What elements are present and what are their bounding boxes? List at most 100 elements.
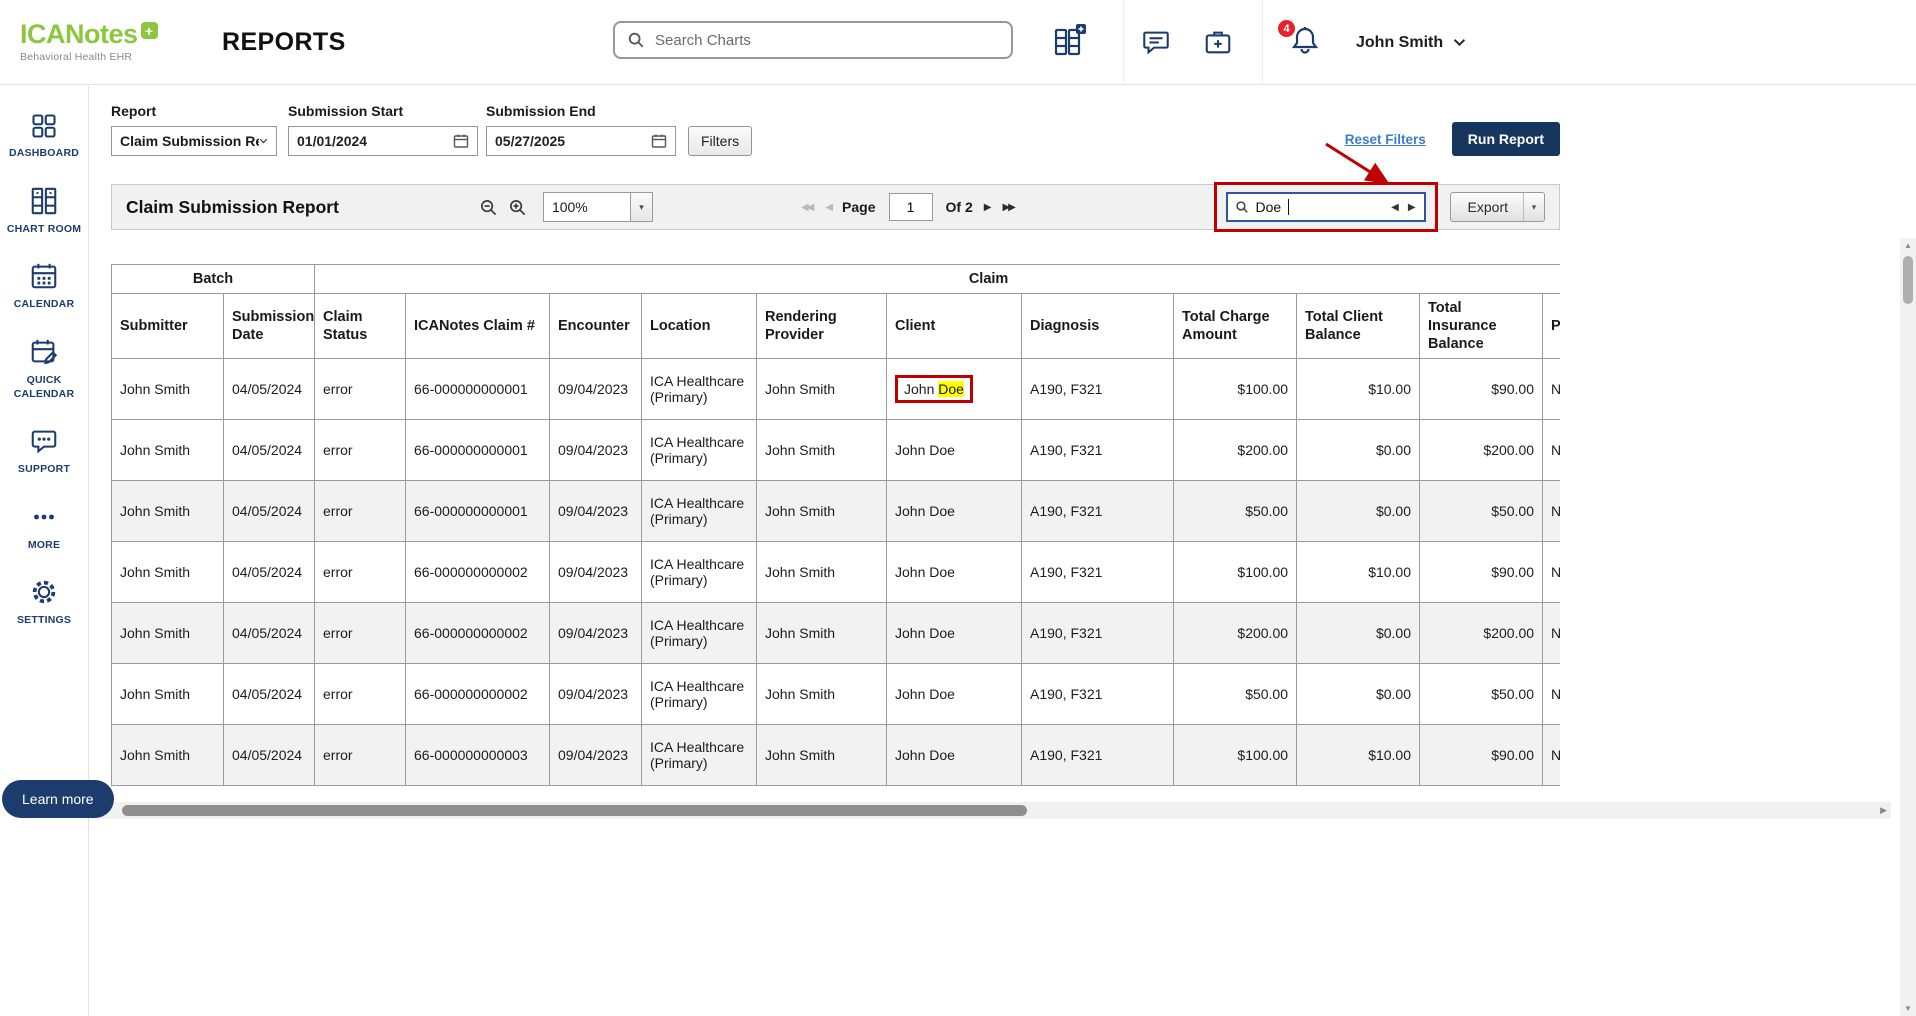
zoom-out-button[interactable] bbox=[479, 198, 498, 217]
cell-total-charge: $100.00 bbox=[1173, 358, 1298, 421]
zoom-in-button[interactable] bbox=[508, 198, 527, 217]
calendar-picker-icon[interactable] bbox=[453, 133, 469, 149]
cell-total-client-balance: $0.00 bbox=[1296, 663, 1421, 726]
horizontal-scroll-track[interactable] bbox=[110, 802, 1876, 819]
cell-client: John Doe bbox=[886, 419, 1023, 482]
sidebar-item-more[interactable]: MORE bbox=[1, 502, 87, 553]
app-logo[interactable]: ICANotes + Behavioral Health EHR bbox=[20, 21, 180, 63]
cell-encounter: 09/04/2023 bbox=[549, 480, 643, 543]
cell-diagnosis: A190, F321 bbox=[1021, 541, 1175, 604]
reset-filters-link[interactable]: Reset Filters bbox=[1345, 132, 1426, 147]
submission-start-field[interactable] bbox=[288, 126, 478, 156]
cell-client: John Doe bbox=[886, 358, 1023, 421]
sidebar-item-dashboard[interactable]: DASHBOARD bbox=[1, 112, 87, 161]
submission-start-input[interactable] bbox=[297, 133, 437, 149]
export-button[interactable]: Export ▾ bbox=[1449, 192, 1545, 222]
cell-submission-date: 04/05/2024 bbox=[222, 480, 316, 543]
cell-submitter: John Smith bbox=[111, 480, 224, 543]
scroll-right-arrow[interactable]: ▶ bbox=[1876, 805, 1891, 816]
sidebar-item-quick-calendar[interactable]: QUICK CALENDAR bbox=[1, 337, 87, 401]
search-prev-match-button[interactable]: ◀ bbox=[1390, 202, 1400, 213]
cell-total-insurance-balance: $50.00 bbox=[1419, 480, 1544, 543]
table-row[interactable]: John Smith 04/05/2024 error 66-000000000… bbox=[111, 541, 1560, 604]
cell-diagnosis: A190, F321 bbox=[1021, 419, 1175, 482]
cell-total-client-balance: $10.00 bbox=[1296, 358, 1421, 421]
zoom-dropdown-arrow[interactable]: ▾ bbox=[629, 193, 652, 221]
vertical-scrollbar[interactable]: ▲ ▼ bbox=[1900, 238, 1916, 1016]
submission-end-input[interactable] bbox=[495, 133, 635, 149]
report-type-value: Claim Submission Report bbox=[120, 133, 259, 149]
export-label: Export bbox=[1467, 199, 1508, 215]
next-page-button[interactable]: ▶ bbox=[982, 202, 992, 213]
group-header-claim: Claim bbox=[314, 264, 1560, 294]
cell-location: ICA Healthcare (Primary) bbox=[641, 724, 758, 787]
cell-claim-status: error bbox=[314, 358, 407, 421]
table-row[interactable]: John Smith 04/05/2024 error 66-000000000… bbox=[111, 602, 1560, 665]
table-row[interactable]: John Smith 04/05/2024 error 66-000000000… bbox=[111, 358, 1560, 421]
filters-button[interactable]: Filters bbox=[688, 126, 753, 156]
sidebar-item-calendar[interactable]: CALENDAR bbox=[1, 261, 87, 312]
submission-end-field[interactable] bbox=[486, 126, 676, 156]
briefcase-plus-icon bbox=[1205, 31, 1231, 54]
scroll-up-arrow[interactable]: ▲ bbox=[1904, 238, 1912, 253]
report-type-select[interactable]: Claim Submission Report bbox=[111, 126, 277, 156]
col-submission-date: Submission Date bbox=[222, 292, 316, 360]
cell-total-client-balance: $10.00 bbox=[1296, 724, 1421, 787]
table-row[interactable]: John Smith 04/05/2024 error 66-000000000… bbox=[111, 724, 1560, 787]
dashboard-icon bbox=[32, 114, 56, 138]
submission-start-label: Submission Start bbox=[288, 103, 404, 119]
table-row[interactable]: John Smith 04/05/2024 error 66-000000000… bbox=[111, 419, 1560, 482]
cell-rendering-provider: John Smith bbox=[756, 541, 888, 604]
table-row[interactable]: John Smith 04/05/2024 error 66-000000000… bbox=[111, 480, 1560, 543]
cell-diagnosis: A190, F321 bbox=[1021, 480, 1175, 543]
page-number-input[interactable] bbox=[888, 193, 933, 221]
cell-partial: N bbox=[1542, 358, 1560, 421]
search-next-match-button[interactable]: ▶ bbox=[1407, 202, 1417, 213]
cell-claim-number: 66-000000000001 bbox=[405, 358, 551, 421]
sidebar-item-chart-room[interactable]: CHART ROOM bbox=[1, 186, 87, 237]
chart-search-box[interactable] bbox=[613, 21, 1013, 59]
user-menu[interactable]: John Smith bbox=[1356, 0, 1466, 85]
col-location: Location bbox=[641, 292, 758, 360]
report-search-box[interactable]: Doe ◀ ▶ bbox=[1225, 192, 1426, 222]
last-page-button[interactable]: ▶▶ bbox=[1000, 202, 1015, 213]
header-divider bbox=[1262, 0, 1263, 84]
cell-encounter: 09/04/2023 bbox=[549, 663, 643, 726]
table-row[interactable]: John Smith 04/05/2024 error 66-000000000… bbox=[111, 663, 1560, 726]
zoom-in-icon bbox=[509, 199, 526, 215]
zoom-level-select[interactable]: 100% ▾ bbox=[542, 192, 653, 222]
sidebar-item-settings[interactable]: SETTINGS bbox=[1, 577, 87, 628]
search-icon bbox=[628, 32, 644, 48]
run-report-button[interactable]: Run Report bbox=[1451, 122, 1560, 156]
scroll-down-arrow[interactable]: ▼ bbox=[1904, 1001, 1912, 1016]
calendar-picker-icon[interactable] bbox=[651, 133, 667, 149]
chart-room-icon bbox=[31, 187, 57, 214]
cell-encounter: 09/04/2023 bbox=[549, 541, 643, 604]
col-submitter: Submitter bbox=[111, 292, 224, 360]
briefcase-add-button[interactable] bbox=[1203, 27, 1233, 60]
chart-search-input[interactable] bbox=[655, 31, 999, 49]
cell-claim-status: error bbox=[314, 602, 407, 665]
page-total-label: Of 2 bbox=[945, 199, 973, 215]
horizontal-scroll-thumb[interactable] bbox=[121, 805, 1027, 816]
more-dots-icon bbox=[34, 514, 54, 520]
messages-button[interactable] bbox=[1141, 27, 1171, 60]
cell-location: ICA Healthcare (Primary) bbox=[641, 663, 758, 726]
table-column-header-row: Submitter Submission Date Claim Status I… bbox=[111, 292, 1560, 360]
prev-page-button[interactable]: ◀ bbox=[823, 202, 833, 213]
first-page-button[interactable]: ◀◀ bbox=[799, 202, 814, 213]
report-filter-group: Report Claim Submission Report bbox=[111, 103, 277, 156]
sidebar-item-support[interactable]: SUPPORT bbox=[1, 426, 87, 477]
report-search-text[interactable]: Doe bbox=[1256, 199, 1282, 215]
learn-more-button[interactable]: Learn more bbox=[2, 780, 114, 818]
col-claim-status: Claim Status bbox=[314, 292, 407, 360]
chevron-down-icon bbox=[1454, 39, 1466, 47]
text-caret bbox=[1288, 199, 1290, 215]
cell-partial: N bbox=[1542, 541, 1560, 604]
horizontal-scrollbar[interactable]: ◀ ▶ bbox=[95, 802, 1891, 819]
vertical-scroll-thumb[interactable] bbox=[1903, 256, 1913, 304]
cell-submitter: John Smith bbox=[111, 663, 224, 726]
export-dropdown-arrow[interactable]: ▾ bbox=[1523, 193, 1544, 221]
chart-records-button[interactable] bbox=[1052, 24, 1086, 61]
messages-icon bbox=[1143, 31, 1169, 55]
